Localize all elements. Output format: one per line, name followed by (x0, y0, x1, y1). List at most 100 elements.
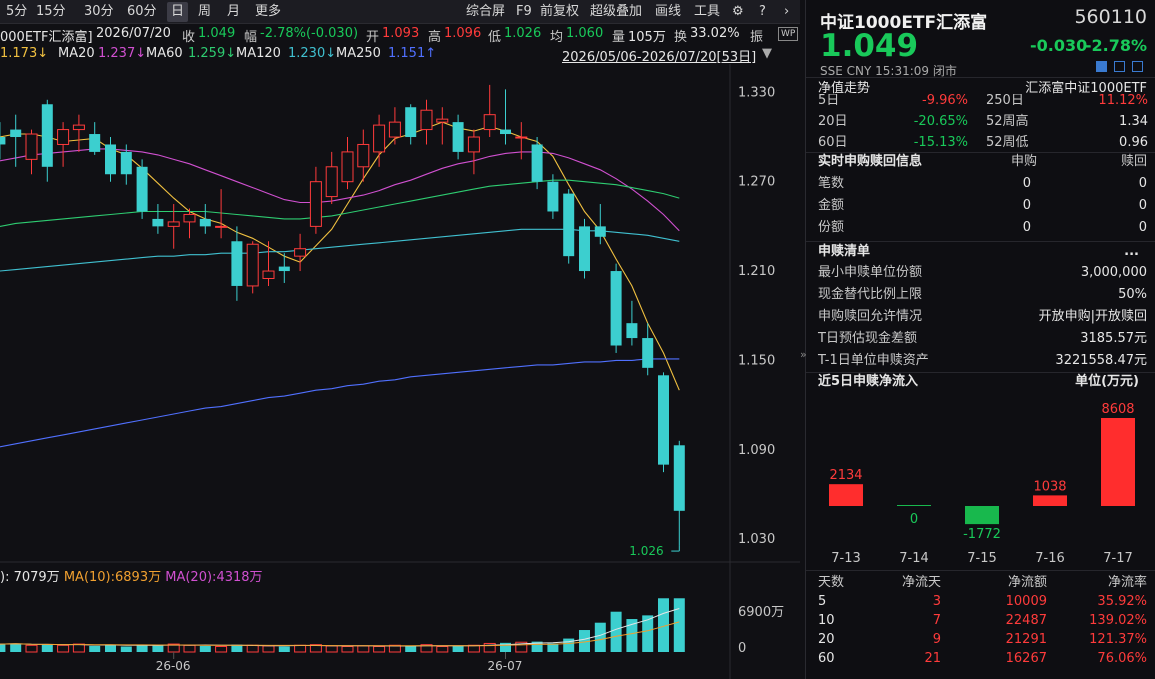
list-key: T-1日单位申赎资产 (818, 353, 929, 368)
candle (436, 107, 449, 145)
candle-body (594, 226, 606, 237)
kline-svg[interactable]: 1.330 1.270 1.210 1.150 1.090 1.030 1.026 6900万… (0, 64, 800, 679)
flow-category-label: 7-13 (831, 551, 861, 566)
tool-f9[interactable]: F9 (512, 2, 536, 22)
vol-ma5-value: 7079万 (13, 570, 60, 585)
volume-bar (41, 644, 53, 652)
candle-body (341, 151, 354, 183)
vol-ma10-label: MA(10): (63, 570, 116, 585)
candle-body (72, 124, 85, 131)
ma-line-ma250 (0, 358, 680, 448)
list-more-button[interactable]: ... (1124, 241, 1139, 263)
security-code: 560110 (1074, 6, 1147, 28)
realtime-sub-value: 0 (1022, 220, 1031, 235)
flow-bar-group: 0 7-14 (897, 505, 931, 566)
grid-icon[interactable] (1114, 61, 1125, 72)
perf-value: -9.96% (922, 94, 968, 108)
candle (467, 129, 480, 175)
price-tick-label: 1.150 (738, 353, 775, 368)
candle (405, 104, 417, 145)
low-marker-label: 1.026 (629, 544, 663, 558)
list-row: 现金替代比例上限 50% (818, 284, 1147, 306)
flow-unit: 单位(万元) (1075, 374, 1139, 389)
candle (152, 204, 164, 234)
list-title: 申赎清单 (818, 244, 871, 259)
kline-chart-area[interactable]: 1.330 1.270 1.210 1.150 1.090 1.030 1.026 6900万… (0, 64, 800, 679)
ma20-value: 1.237↓ (98, 46, 147, 61)
volume-bar (0, 644, 6, 652)
realtime-red-value: 0 (1138, 198, 1147, 213)
ma-line-ma20 (0, 148, 680, 232)
double-chevron-right-icon[interactable]: » (800, 340, 807, 370)
candle-body (515, 136, 528, 139)
flow-bar (965, 506, 999, 525)
candle-body (57, 129, 70, 145)
date-tick-label: 26-06 (156, 659, 191, 673)
candle (57, 122, 70, 167)
candle-body (405, 107, 417, 138)
period-5min[interactable]: 5分 (2, 2, 31, 22)
period-60min[interactable]: 60分 (123, 2, 161, 22)
candle (531, 137, 543, 190)
volume-bar (136, 645, 148, 652)
realtime-header: 实时申购赎回信息 申购 赎回 (818, 151, 1147, 173)
question-icon[interactable]: ? (755, 2, 770, 22)
candle-body (626, 323, 638, 339)
flow-bar-value: 8608 (1101, 402, 1134, 417)
volume-bar (120, 646, 132, 652)
list-header[interactable]: 申赎清单 ... (818, 241, 1147, 263)
price-change-pct: -2.78% (1084, 36, 1147, 55)
period-week[interactable]: 周 (194, 2, 215, 22)
period-15min[interactable]: 15分 (32, 2, 70, 22)
tool-draw[interactable]: 画线 (651, 2, 685, 22)
tool-fq[interactable]: 前复权 (536, 2, 583, 22)
tool-overlay[interactable]: 超级叠加 (586, 2, 646, 22)
volume-bar (436, 646, 449, 653)
period-more[interactable]: 更多 (251, 2, 285, 22)
gear-icon[interactable]: ⚙ (728, 2, 748, 22)
list-value: 50% (1118, 287, 1147, 302)
candle (626, 300, 638, 346)
candle-body (642, 338, 654, 368)
candle (167, 204, 180, 249)
triangle-down-icon[interactable]: ▼ (762, 46, 772, 61)
date-range[interactable]: 2026/05/06-2026/07/20[53日] (562, 46, 756, 65)
period-month[interactable]: 月 (223, 2, 244, 22)
period-day[interactable]: 日 (167, 2, 189, 22)
right-panel: 中证1000ETF汇添富 560110 1.049 -0.030 -2.78% … (805, 0, 1155, 679)
chg-label: 幅 (244, 30, 258, 45)
volume-bar (373, 646, 386, 653)
edit-icon[interactable] (1096, 61, 1107, 72)
ma5-value: 1.173↓ (0, 46, 49, 61)
candle-body (231, 241, 243, 286)
candle (452, 114, 464, 160)
stats-row: 60 21 16267 76.06% (818, 648, 1147, 670)
chevron-right-icon[interactable]: › (780, 2, 793, 22)
price-tick-label: 1.210 (738, 264, 775, 279)
tool-overview[interactable]: 综合屏 (462, 2, 509, 22)
tool-tools[interactable]: 工具 (690, 2, 724, 22)
ma120-value: 1.230↓ (288, 46, 337, 61)
ma250-value: 1.151↑ (388, 46, 437, 61)
wp-badge[interactable]: WP (778, 27, 799, 41)
candle (579, 218, 590, 279)
candle-body (294, 248, 307, 257)
period-30min[interactable]: 30分 (80, 2, 118, 22)
candle-body (388, 121, 401, 138)
realtime-col-subscribe: 申购 (1010, 154, 1037, 169)
candle-body (10, 129, 22, 138)
candle-body (167, 221, 180, 227)
flow-bar-value: -1772 (963, 527, 1001, 542)
candle (483, 84, 496, 138)
amp-label: 振 (750, 30, 764, 45)
candle (309, 166, 322, 234)
price-tick-label: 1.330 (738, 85, 775, 100)
realtime-key: 金额 (818, 198, 845, 213)
volume-bar (105, 644, 116, 652)
candle (136, 159, 148, 219)
candle-body (215, 225, 228, 228)
window-icon[interactable] (1132, 61, 1143, 72)
candle (500, 89, 511, 145)
flow-bar-group: 8608 7-17 (1101, 402, 1135, 566)
realtime-sub-value: 0 (1022, 198, 1031, 213)
